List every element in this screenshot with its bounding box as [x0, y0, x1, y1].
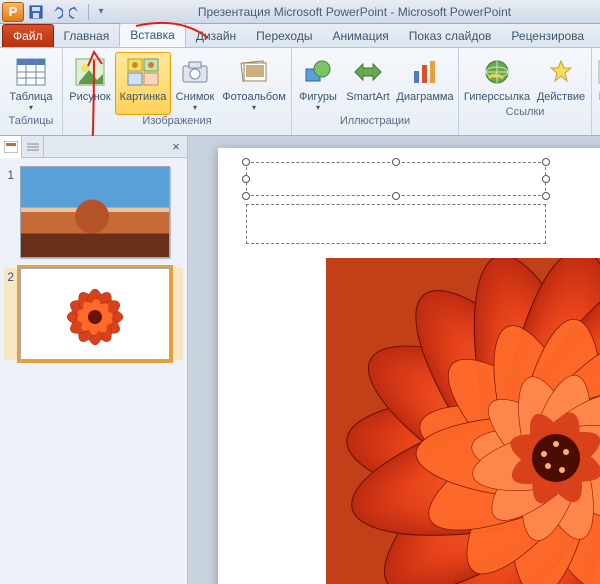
content-placeholder[interactable] [246, 204, 546, 244]
slide-panel: × 1 2 [0, 136, 188, 584]
group-illustrations: Фигуры ▾ SmartArt Диаграмма Иллюстрации [292, 48, 459, 135]
window-title: Презентация Microsoft PowerPoint - Micro… [109, 5, 600, 19]
tab-outline[interactable] [22, 136, 44, 158]
screenshot-label: Снимок [176, 91, 215, 103]
group-images: Рисунок Картинка Снимок ▾ Фотоальбом [63, 48, 292, 135]
slide-editor[interactable] [188, 136, 600, 584]
outline-tabs: × [0, 136, 187, 158]
chart-label: Диаграмма [396, 91, 453, 103]
clipart-label: Картинка [120, 91, 167, 103]
redo-icon[interactable] [68, 4, 84, 20]
tab-home[interactable]: Главная [54, 25, 120, 47]
title-bar: P ▾ Презентация Microsoft PowerPoint - M… [0, 0, 600, 24]
clipart-icon [126, 55, 160, 89]
smartart-label: SmartArt [346, 91, 389, 103]
smartart-button[interactable]: SmartArt [342, 52, 394, 115]
slide-canvas[interactable] [218, 148, 600, 584]
photoalbum-label: Фотоальбом [222, 91, 286, 103]
textbox-icon: A [592, 55, 600, 89]
screenshot-button[interactable]: Снимок ▾ [171, 52, 219, 115]
tab-transitions[interactable]: Переходы [246, 25, 322, 47]
picture-button[interactable]: Рисунок [65, 52, 115, 115]
undo-icon[interactable] [48, 4, 64, 20]
slide-preview [20, 166, 170, 258]
action-label: Действие [537, 91, 585, 103]
textbox-button[interactable]: A Над [594, 52, 600, 106]
group-label-links: Ссылки [459, 106, 591, 121]
tab-thumbnails[interactable] [0, 136, 22, 158]
close-panel-button[interactable]: × [165, 136, 187, 158]
group-label-images: Изображения [63, 115, 291, 130]
group-label-tables: Таблицы [0, 115, 62, 130]
table-icon [14, 55, 48, 89]
tab-design[interactable]: Дизайн [186, 25, 246, 47]
title-placeholder[interactable] [246, 162, 546, 196]
chart-button[interactable]: Диаграмма [394, 52, 456, 115]
tab-insert[interactable]: Вставка [119, 23, 186, 47]
hyperlink-button[interactable]: Гиперссылка [461, 52, 533, 106]
app-button[interactable]: P [2, 2, 24, 22]
hyperlink-icon [480, 55, 514, 89]
group-links: Гиперссылка Действие Ссылки [459, 48, 592, 135]
group-label-illustrations: Иллюстрации [292, 115, 458, 130]
table-label: Таблица [9, 91, 52, 103]
action-button[interactable]: Действие [533, 52, 589, 106]
tab-file[interactable]: Файл [2, 24, 54, 47]
slide-number: 1 [4, 166, 14, 258]
group-text: A Над [592, 48, 600, 135]
photoalbum-button[interactable]: Фотоальбом ▾ [219, 52, 289, 115]
photoalbum-icon [237, 55, 271, 89]
chart-icon [408, 55, 442, 89]
clipart-button[interactable]: Картинка [115, 52, 171, 115]
group-tables: Таблица ▾ Таблицы [0, 48, 63, 135]
screenshot-icon [178, 55, 212, 89]
ribbon-tabs: Файл Главная Вставка Дизайн Переходы Ани… [0, 24, 600, 48]
hyperlink-label: Гиперссылка [464, 91, 530, 103]
tab-animation[interactable]: Анимация [322, 25, 398, 47]
picture-label: Рисунок [69, 91, 111, 103]
chevron-down-icon: ▾ [252, 103, 256, 112]
slide-thumbnail[interactable]: 1 [4, 166, 183, 258]
chevron-down-icon: ▾ [316, 103, 320, 112]
action-icon [544, 55, 578, 89]
tab-slideshow[interactable]: Показ слайдов [399, 25, 502, 47]
slide-image-flower[interactable] [326, 258, 600, 584]
picture-icon [73, 55, 107, 89]
slide-number: 2 [4, 268, 14, 360]
slide-preview [20, 268, 170, 360]
smartart-icon [351, 55, 385, 89]
group-label-text [592, 106, 600, 121]
save-icon[interactable] [28, 4, 44, 20]
powerpoint-icon: P [9, 4, 18, 19]
shapes-button[interactable]: Фигуры ▾ [294, 52, 342, 115]
ribbon: Таблица ▾ Таблицы Рисунок Картинка [0, 48, 600, 136]
slide-thumbnail[interactable]: 2 [4, 268, 183, 360]
qat-dropdown-icon[interactable]: ▾ [93, 4, 109, 20]
qat-separator [88, 4, 89, 20]
table-button[interactable]: Таблица ▾ [2, 52, 60, 115]
chevron-down-icon: ▾ [29, 103, 33, 112]
thumbnails: 1 2 [0, 158, 187, 584]
workspace: × 1 2 [0, 136, 600, 584]
shapes-icon [301, 55, 335, 89]
tab-review[interactable]: Рецензирова [501, 25, 594, 47]
chevron-down-icon: ▾ [193, 103, 197, 112]
shapes-label: Фигуры [299, 91, 337, 103]
quick-access-toolbar: ▾ [28, 4, 109, 20]
